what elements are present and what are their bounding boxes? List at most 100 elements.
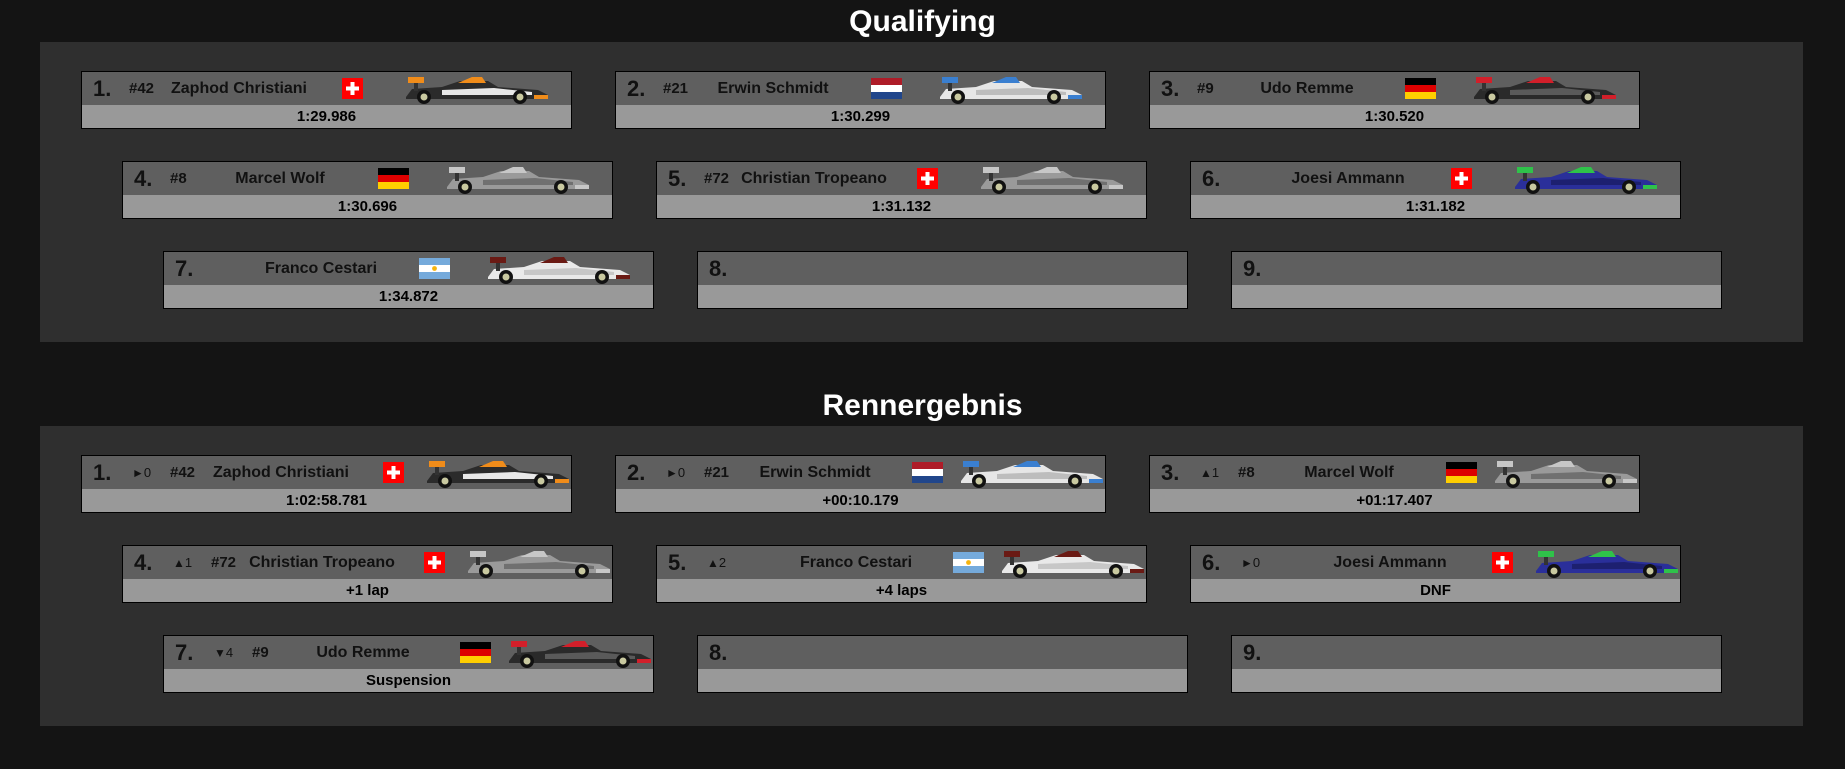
result-value: 1:02:58.781	[82, 489, 571, 512]
result-card: 5. ▲2 Franco Cestari +4 laps	[656, 545, 1147, 603]
position-label: 1.	[93, 76, 112, 101]
result-value: 1:29.986	[82, 105, 571, 128]
position-label: 5.	[668, 166, 687, 191]
position-change-value: 2	[718, 555, 727, 570]
car-number: #72	[211, 554, 237, 571]
result-value: +00:10.179	[616, 489, 1105, 512]
position-change: ▼4	[214, 644, 233, 662]
germany-flag-icon	[460, 642, 491, 663]
position-label: 2.	[627, 460, 646, 485]
race-car-icon	[1511, 163, 1659, 195]
result-card: 1. #42 Zaphod Christiani 1:29.986	[81, 71, 572, 129]
position-change-icon: ►	[132, 466, 144, 480]
switzerland-flag-icon	[342, 78, 363, 99]
position-change-value: 1	[1211, 465, 1220, 480]
car-number: #42	[129, 80, 155, 97]
result-card: 6. ►0 Joesi Ammann DNF	[1190, 545, 1681, 603]
car-number: #21	[704, 464, 730, 481]
position-label: 3.	[1161, 460, 1180, 485]
card-header: 5. #72 Christian Tropeano	[657, 162, 1146, 195]
car-number: #9	[1197, 80, 1214, 97]
card-header: 8.	[698, 636, 1187, 669]
position-change-value: 1	[184, 555, 193, 570]
result-card: 3. #9 Udo Remme 1:30.520	[1149, 71, 1640, 129]
position-label: 7.	[175, 256, 194, 281]
card-header: 1. #42 Zaphod Christiani	[82, 72, 571, 105]
card-header: 7. ▼4 #9 Udo Remme	[164, 636, 653, 669]
result-card: 1. ►0 #42 Zaphod Christiani 1:02:58.781	[81, 455, 572, 513]
race-car-icon	[443, 163, 591, 195]
result-value: DNF	[1191, 579, 1680, 602]
race-car-icon	[1470, 73, 1618, 105]
card-header: 3. ▲1 #8 Marcel Wolf	[1150, 456, 1639, 489]
position-change: ►0	[1241, 554, 1260, 572]
card-header: 4. ▲1 #72 Christian Tropeano	[123, 546, 612, 579]
position-change: ▲2	[707, 554, 726, 572]
card-header: 6. ►0 Joesi Ammann	[1191, 546, 1680, 579]
result-value: 1:31.132	[657, 195, 1146, 218]
driver-name: Christian Tropeano	[249, 554, 395, 571]
driver-name: Joesi Ammann	[1291, 170, 1405, 187]
card-header: 9.	[1232, 252, 1721, 285]
car-number: #72	[704, 170, 730, 187]
race-car-icon	[402, 73, 550, 105]
race-panel: 1. ►0 #42 Zaphod Christiani 1:02:58.781 2. ►0 #…	[40, 426, 1803, 726]
car-number: #21	[663, 80, 689, 97]
result-value: 1:30.299	[616, 105, 1105, 128]
position-label: 9.	[1243, 256, 1262, 281]
car-number: #9	[252, 644, 269, 661]
result-card: 9.	[1231, 251, 1722, 309]
race-car-icon	[505, 637, 653, 669]
position-label: 8.	[709, 256, 728, 281]
card-header: 1. ►0 #42 Zaphod Christiani	[82, 456, 571, 489]
position-label: 8.	[709, 640, 728, 665]
driver-name: Erwin Schmidt	[717, 80, 829, 97]
position-label: 2.	[627, 76, 646, 101]
driver-name: Joesi Ammann	[1333, 554, 1447, 571]
race-car-icon	[998, 547, 1146, 579]
position-label: 4.	[134, 550, 153, 575]
position-label: 6.	[1202, 166, 1221, 191]
position-change: ►0	[132, 464, 151, 482]
switzerland-flag-icon	[1492, 552, 1513, 573]
result-card: 3. ▲1 #8 Marcel Wolf +01:17.407	[1149, 455, 1640, 513]
card-header: 2. ►0 #21 Erwin Schmidt	[616, 456, 1105, 489]
result-value: +01:17.407	[1150, 489, 1639, 512]
race-car-icon	[936, 73, 1084, 105]
position-label: 9.	[1243, 640, 1262, 665]
qualifying-title: Qualifying	[849, 5, 996, 38]
position-label: 3.	[1161, 76, 1180, 101]
germany-flag-icon	[1405, 78, 1436, 99]
germany-flag-icon	[378, 168, 409, 189]
driver-name: Zaphod Christiani	[171, 80, 307, 97]
switzerland-flag-icon	[917, 168, 938, 189]
car-number: #8	[170, 170, 187, 187]
result-value	[1232, 669, 1721, 692]
position-change-value: 0	[143, 465, 152, 480]
germany-flag-icon	[1446, 462, 1477, 483]
position-label: 5.	[668, 550, 687, 575]
result-card: 6. Joesi Ammann 1:31.182	[1190, 161, 1681, 219]
qualifying-panel: 1. #42 Zaphod Christiani 1:29.986 2. #21 Erwin…	[40, 42, 1803, 342]
race-car-icon	[1532, 547, 1680, 579]
card-header: 7. Franco Cestari	[164, 252, 653, 285]
car-number: #8	[1238, 464, 1255, 481]
driver-name: Marcel Wolf	[1304, 464, 1394, 481]
driver-name: Zaphod Christiani	[213, 464, 349, 481]
argentina-flag-icon	[419, 258, 450, 279]
position-label: 1.	[93, 460, 112, 485]
result-card: 7. Franco Cestari 1:34.872	[163, 251, 654, 309]
switzerland-flag-icon	[1451, 168, 1472, 189]
card-header: 4. #8 Marcel Wolf	[123, 162, 612, 195]
driver-name: Udo Remme	[1260, 80, 1354, 97]
result-value	[1232, 285, 1721, 308]
race-car-icon	[423, 457, 571, 489]
position-label: 4.	[134, 166, 153, 191]
card-header: 8.	[698, 252, 1187, 285]
position-change-icon: ▼	[214, 646, 226, 660]
driver-name: Udo Remme	[316, 644, 410, 661]
position-change: ▲1	[173, 554, 192, 572]
position-change-icon: ▲	[1200, 466, 1212, 480]
result-card: 2. ►0 #21 Erwin Schmidt +00:10.179	[615, 455, 1106, 513]
result-value: +1 lap	[123, 579, 612, 602]
